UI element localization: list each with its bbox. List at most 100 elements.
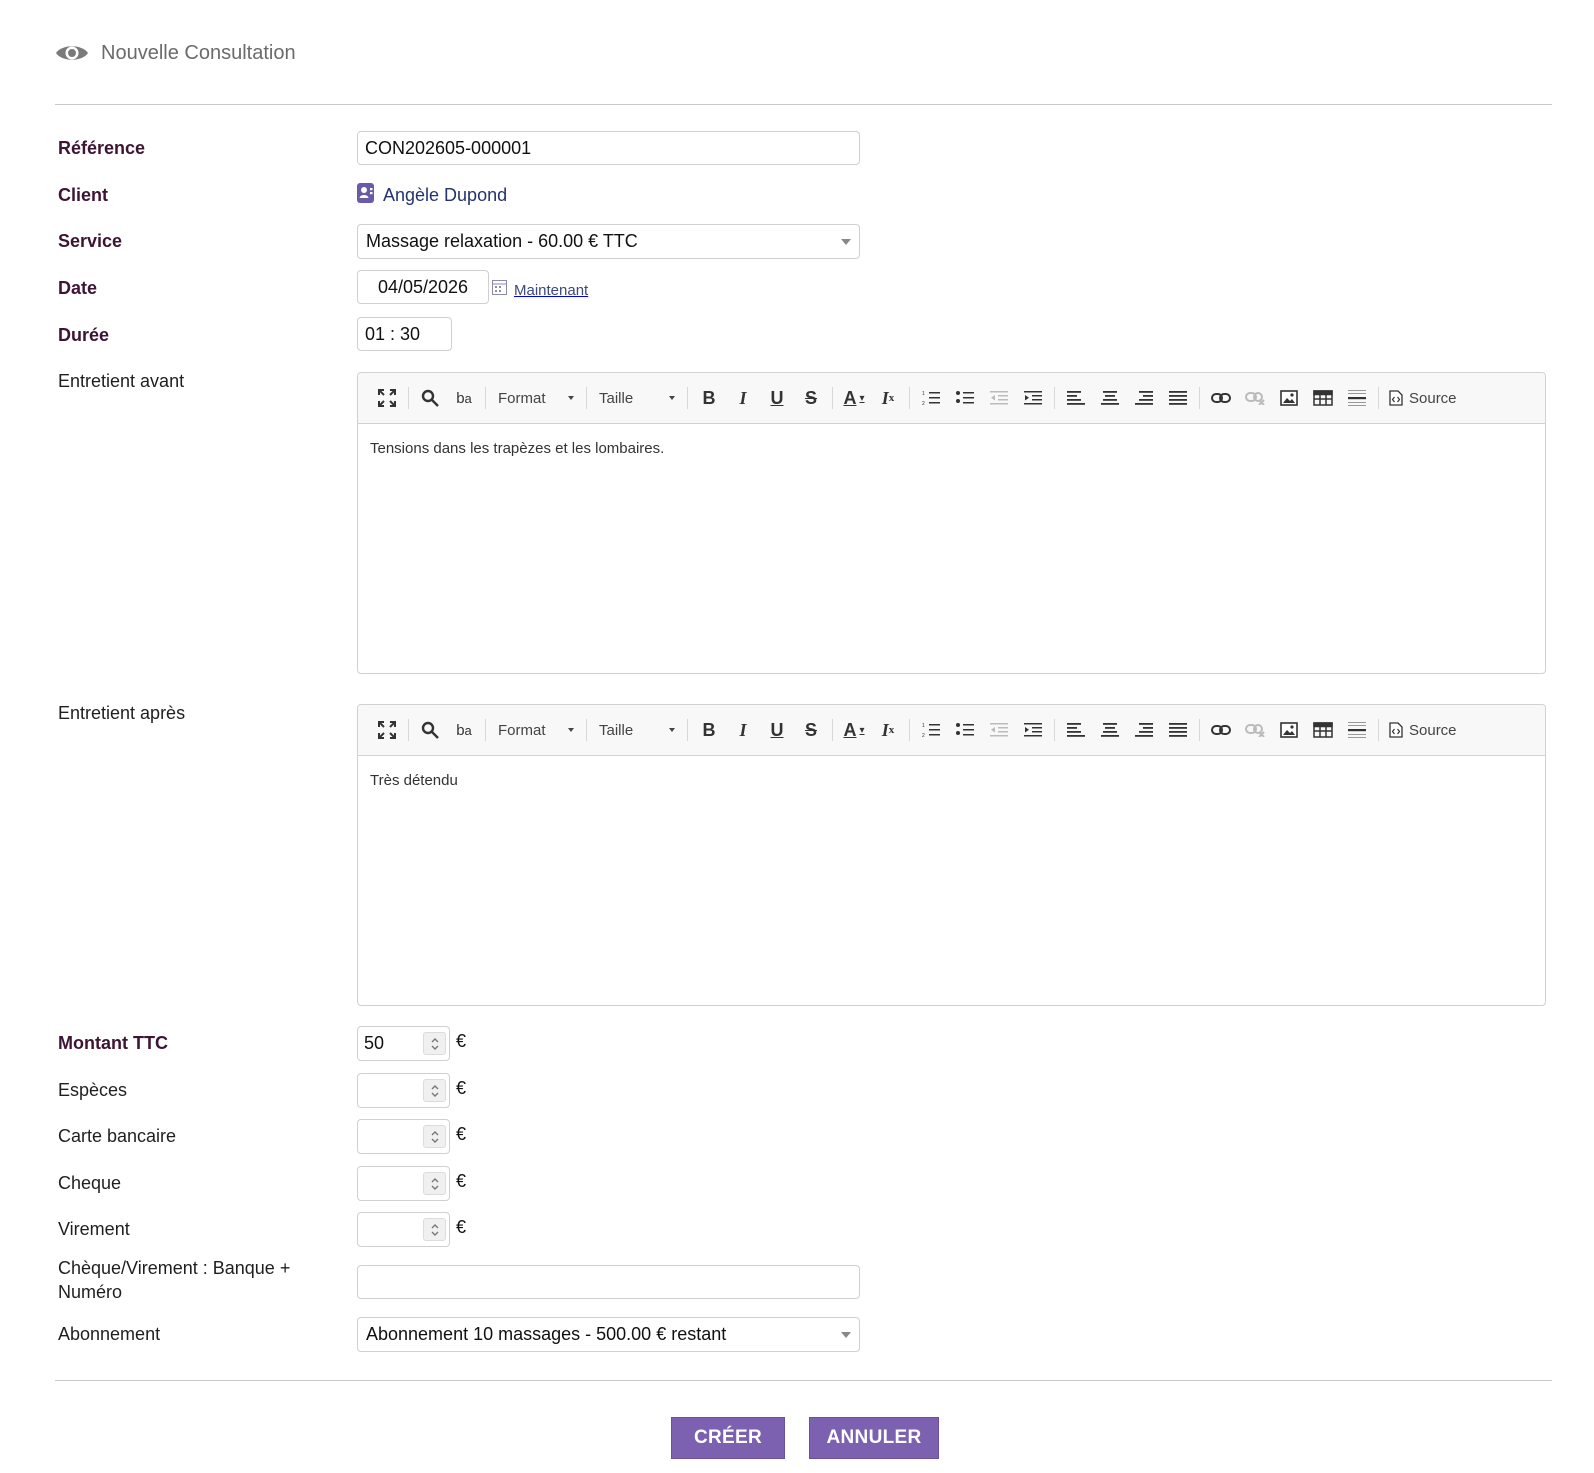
toolbar-separator [485,387,486,409]
client-label: Client [58,185,109,205]
chevron-down-icon [669,396,675,400]
cancel-button[interactable]: ANNULER [809,1417,939,1459]
align-left-icon[interactable] [1062,384,1090,412]
horizontal-line-icon[interactable] [1343,716,1371,744]
toolbar-separator [909,387,910,409]
page-header: Nouvelle Consultation [55,38,296,68]
underline-icon[interactable]: U [763,716,791,744]
align-left-icon[interactable] [1062,716,1090,744]
italic-icon[interactable]: I [729,384,757,412]
format-dropdown[interactable]: Format [490,384,582,412]
align-center-icon[interactable] [1096,384,1124,412]
notes-before-editor: ba Format Taille B I U S A ▾ Ix 12 Sourc… [357,372,1546,674]
subscription-select[interactable]: Abonnement 10 massages - 500.00 € restan… [357,1317,860,1352]
card-input[interactable] [357,1119,450,1154]
align-right-icon[interactable] [1130,716,1158,744]
format-dropdown[interactable]: Format [490,716,582,744]
amount-ttc-input[interactable]: 50 [357,1026,450,1061]
indent-icon[interactable] [1019,384,1047,412]
numbered-list-icon[interactable]: 12 [917,716,945,744]
align-right-icon[interactable] [1130,384,1158,412]
unlink-icon[interactable] [1241,384,1269,412]
duration-input[interactable] [357,317,452,351]
underline-icon[interactable]: U [763,384,791,412]
editor-toolbar: ba Format Taille B I U S A ▾ Ix 12 Sourc… [358,705,1545,756]
chevron-down-icon [841,1331,851,1338]
table-icon[interactable] [1309,384,1337,412]
bullet-list-icon[interactable] [951,716,979,744]
spinner-icon[interactable] [423,1172,446,1195]
spinner-icon[interactable] [423,1218,446,1241]
editor-content[interactable]: Très détendu [358,756,1545,805]
spinner-icon[interactable] [423,1079,446,1102]
text-color-icon[interactable]: A ▾ [840,716,868,744]
horizontal-line-icon[interactable] [1343,384,1371,412]
align-center-icon[interactable] [1096,716,1124,744]
svg-text:2: 2 [922,733,925,738]
bold-icon[interactable]: B [695,384,723,412]
cheque-input[interactable] [357,1166,450,1201]
size-dropdown[interactable]: Taille [591,384,683,412]
spinner-icon[interactable] [423,1032,446,1055]
source-button[interactable]: Source [1383,384,1463,412]
outdent-icon[interactable] [985,716,1013,744]
size-dropdown[interactable]: Taille [591,716,683,744]
source-button[interactable]: Source [1383,716,1463,744]
replace-icon[interactable]: ba [450,716,478,744]
find-icon[interactable] [416,384,444,412]
bank-number-input[interactable] [357,1265,860,1299]
remove-format-icon[interactable]: Ix [874,716,902,744]
italic-icon[interactable]: I [729,716,757,744]
toolbar-separator [408,719,409,741]
replace-icon[interactable]: ba [450,384,478,412]
image-icon[interactable] [1275,716,1303,744]
source-icon [1389,722,1403,738]
service-select[interactable]: Massage relaxation - 60.00 € TTC [357,224,860,259]
bullet-list-icon[interactable] [951,384,979,412]
size-label: Taille [599,389,634,407]
notes-after-editor: ba Format Taille B I U S A ▾ Ix 12 Sourc… [357,704,1546,1006]
maximize-icon[interactable] [373,384,401,412]
footer-divider [55,1380,1552,1381]
svg-text:1: 1 [922,391,925,397]
currency-symbol: € [456,1217,467,1237]
image-icon[interactable] [1275,384,1303,412]
numbered-list-icon[interactable]: 12 [917,384,945,412]
cheque-label: Cheque [58,1173,122,1193]
cash-input[interactable] [357,1073,450,1108]
find-icon[interactable] [416,716,444,744]
outdent-icon[interactable] [985,384,1013,412]
amount-ttc-value: 50 [364,1033,385,1053]
strikethrough-icon[interactable]: S [797,384,825,412]
now-link[interactable]: Maintenant [492,280,588,300]
align-justify-icon[interactable] [1164,716,1192,744]
transfer-input[interactable] [357,1212,450,1247]
reference-input[interactable] [357,131,860,165]
spinner-icon[interactable] [423,1125,446,1148]
format-label: Format [498,721,546,739]
create-button[interactable]: CRÉER [671,1417,785,1459]
table-icon[interactable] [1309,716,1337,744]
chevron-down-icon [568,396,574,400]
toolbar-separator [1054,387,1055,409]
toolbar-separator [1054,719,1055,741]
strikethrough-icon[interactable]: S [797,716,825,744]
toolbar-separator [586,719,587,741]
svg-text:1: 1 [922,723,925,729]
align-justify-icon[interactable] [1164,384,1192,412]
maximize-icon[interactable] [373,716,401,744]
format-label: Format [498,389,546,407]
bold-icon[interactable]: B [695,716,723,744]
cash-label: Espèces [58,1080,128,1100]
unlink-icon[interactable] [1241,716,1269,744]
link-icon[interactable] [1207,716,1235,744]
subscription-selected: Abonnement 10 massages - 500.00 € restan… [366,1324,727,1344]
date-input[interactable] [357,270,489,304]
client-link[interactable]: Angèle Dupond [383,185,507,206]
editor-content[interactable]: Tensions dans les trapèzes et les lombai… [358,424,1545,473]
text-color-icon[interactable]: A ▾ [840,384,868,412]
remove-format-icon[interactable]: Ix [874,384,902,412]
size-label: Taille [599,721,634,739]
link-icon[interactable] [1207,384,1235,412]
indent-icon[interactable] [1019,716,1047,744]
